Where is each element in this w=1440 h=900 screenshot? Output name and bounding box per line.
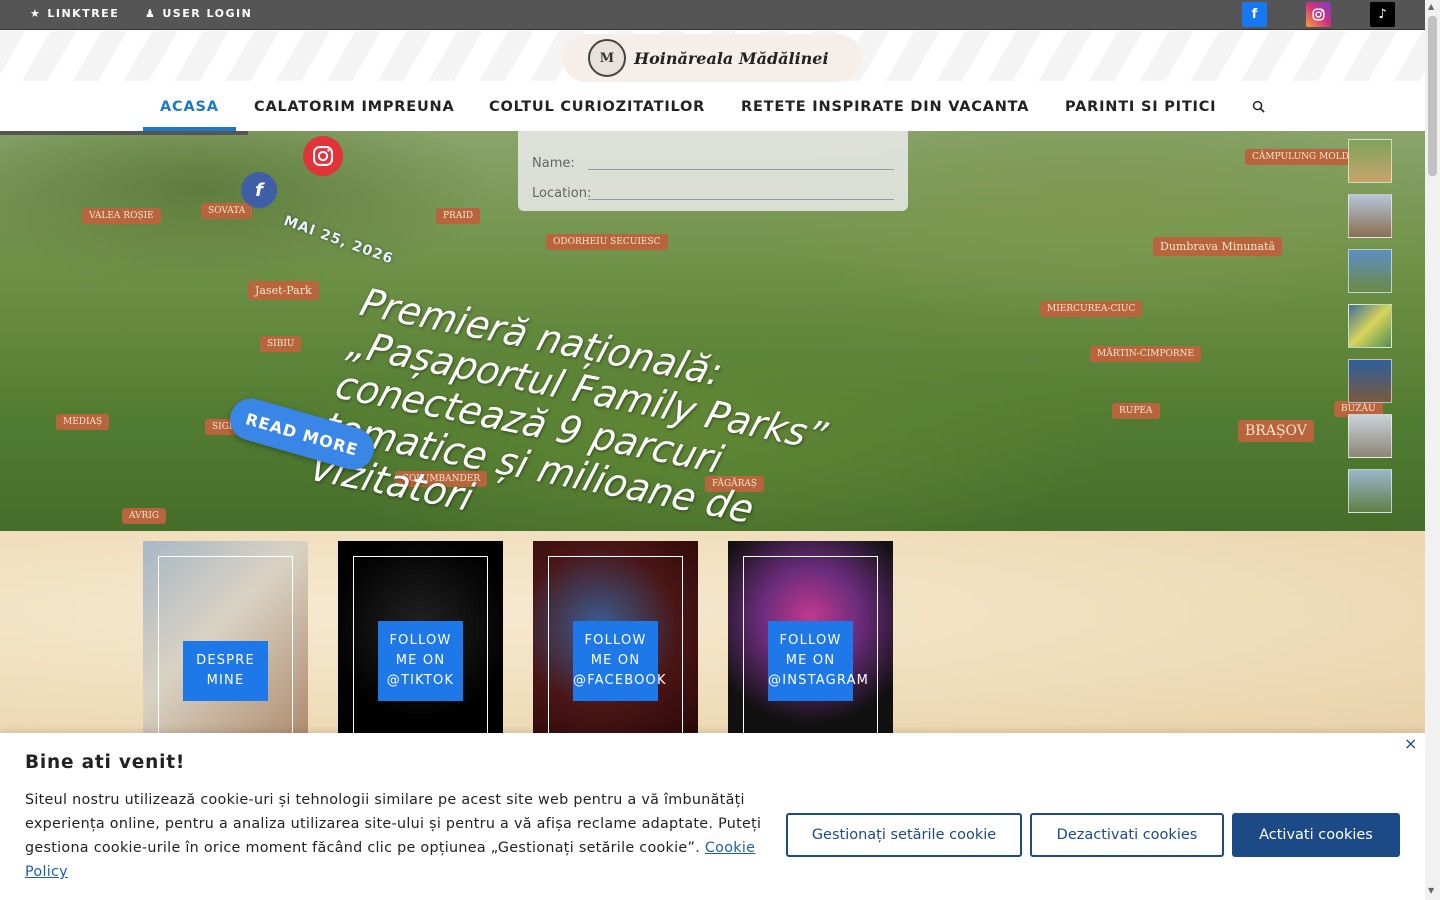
facebook-icon[interactable]: f [1242,2,1267,27]
map-label: VALEA ROȘIE [82,208,161,224]
map-label: MEDIAȘ [56,414,110,430]
card-despre-mine[interactable]: DESPRE MINE [143,541,308,733]
cookie-banner: × Bine ati venit! Siteul nostru utilizea… [0,733,1425,900]
nav-item-coltul-curiozitatilor[interactable]: COLTUL CURIOZITATILOR [489,99,705,115]
slider-progress-bar [0,131,248,135]
scrollbar-thumb[interactable] [1428,16,1437,176]
hero-instagram-icon[interactable] [303,136,343,176]
slider-thumbnail[interactable] [1348,469,1392,513]
hero-passport-paper: Name: Location: [518,131,908,211]
map-label: SOVATA [201,203,253,219]
slider-thumbnail[interactable] [1348,414,1392,458]
hero-post-date: MAI 25, 2026 [281,213,396,268]
cookie-text: Siteul nostru utilizează cookie-uri și t… [25,788,765,884]
site-logo[interactable]: M Hoinăreala Mădălinei [562,34,862,82]
hero-facebook-icon[interactable]: f [241,172,277,208]
user-login-link[interactable]: ♟ USER LOGIN [145,7,252,20]
site-header: M Hoinăreala Mădălinei ACASA CALATORIM I… [0,31,1425,131]
paper-name-label: Name: [532,156,575,171]
nav-item-retete[interactable]: RETETE INSPIRATE DIN VACANTA [741,99,1029,115]
enable-cookies-button[interactable]: Activati cookies [1232,813,1400,857]
scroll-down-icon[interactable]: ▼ [1428,886,1434,895]
top-bar: ★ LINKTREE ♟ USER LOGIN f ♪ [0,0,1425,30]
paper-location-label: Location: [532,186,592,201]
tiktok-icon[interactable]: ♪ [1370,2,1395,27]
close-icon[interactable]: × [1404,734,1417,753]
cookie-text-body: Siteul nostru utilizează cookie-uri și t… [25,792,762,856]
map-label: MIERCUREA-CIUC [1040,301,1143,317]
follow-instagram-button[interactable]: FOLLOW ME ON @INSTAGRAM [768,621,868,701]
map-label: MĂRTIN-CIMPORNE [1090,346,1202,362]
instagram-icon[interactable] [1306,2,1331,27]
map-label: PRAID [436,208,481,224]
map-label: BRAȘOV [1238,420,1314,442]
map-label: Jaset-Park [248,281,319,300]
hero-post-title[interactable]: Premieră națională: „Pașaportul Family P… [306,280,906,531]
nav-item-calatorim-impreuna[interactable]: CALATORIM IMPREUNA [254,99,455,115]
scroll-up-icon[interactable]: ▲ [1428,2,1434,11]
linktree-label: LINKTREE [47,7,120,20]
slider-thumbnails [1348,139,1392,524]
promo-cards-section: DESPRE MINE FOLLOW ME ON @TIKTOK FOLLOW … [0,531,1425,733]
despre-mine-button[interactable]: DESPRE MINE [183,641,268,701]
map-label: RUPEA [1112,403,1160,419]
map-label: SIBIU [260,336,302,352]
slider-thumbnail[interactable] [1348,359,1392,403]
map-label: ODORHEIU SECUIESC [546,234,668,250]
slider-thumbnail[interactable] [1348,304,1392,348]
main-nav: ACASA CALATORIM IMPREUNA COLTUL CURIOZIT… [0,92,1425,131]
search-icon[interactable] [1252,100,1265,113]
slider-thumbnail[interactable] [1348,139,1392,183]
hero-slider[interactable]: Name: Location: Dumbrava Minunată BRAȘOV… [0,131,1425,531]
user-icon: ♟ [145,7,157,20]
user-login-label: USER LOGIN [162,7,253,20]
logo-text: Hoinăreala Mădălinei [634,48,829,68]
star-icon: ★ [30,7,42,20]
slider-thumbnail[interactable] [1348,249,1392,293]
linktree-link[interactable]: ★ LINKTREE [30,7,119,20]
manage-cookies-button[interactable]: Gestionați setările cookie [786,813,1022,857]
map-label: AVRIG [122,508,167,524]
slider-thumbnail[interactable] [1348,194,1392,238]
follow-facebook-button[interactable]: FOLLOW ME ON @FACEBOOK [573,621,666,701]
logo-seal: M [588,39,626,77]
page-scrollbar[interactable]: ▲ ▼ [1425,0,1440,900]
cookie-title: Bine ati venit! [25,752,186,773]
nav-item-acasa[interactable]: ACASA [160,99,219,115]
nav-item-parinti-si-pitici[interactable]: PARINTI SI PITICI [1065,99,1216,115]
follow-tiktok-button[interactable]: FOLLOW ME ON @TIKTOK [378,621,463,701]
map-label: Dumbrava Minunată [1153,237,1283,256]
card-facebook[interactable]: FOLLOW ME ON @FACEBOOK [533,541,698,733]
card-tiktok[interactable]: FOLLOW ME ON @TIKTOK [338,541,503,733]
card-instagram[interactable]: FOLLOW ME ON @INSTAGRAM [728,541,893,733]
map-label: CÂMPULUNG MOLD. [1245,149,1359,165]
disable-cookies-button[interactable]: Dezactivati cookies [1030,813,1224,857]
